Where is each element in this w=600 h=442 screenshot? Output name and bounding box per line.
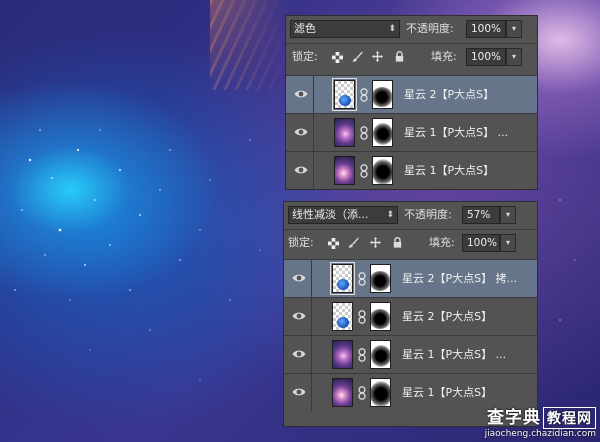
watermark-title-part1: 查字典 [487, 408, 541, 428]
dropdown-caret-icon: ⬍ [386, 210, 394, 220]
layer-mask-thumbnail[interactable] [372, 156, 393, 185]
watermark-title-part2: 教程网 [543, 407, 596, 429]
layer-mask-thumbnail[interactable] [370, 378, 391, 407]
lock-transparent-icon[interactable] [328, 238, 339, 249]
blend-mode-dropdown[interactable]: 滤色 ⬍ [290, 20, 400, 38]
lock-label: 锁定: [288, 236, 314, 249]
chain-icon[interactable] [358, 272, 366, 286]
visibility-toggle[interactable] [286, 76, 314, 113]
eye-icon [292, 388, 306, 396]
eye-icon [292, 312, 306, 320]
layer-thumbnail[interactable] [332, 378, 353, 407]
eye-icon [292, 274, 306, 282]
brush-icon[interactable] [352, 51, 363, 62]
fill-input[interactable]: 100% [462, 234, 500, 252]
fill-label: 填充: [429, 236, 455, 249]
blend-mode-value: 滤色 [294, 22, 316, 35]
fill-input[interactable]: 100% [466, 48, 506, 66]
layer-mask-thumbnail[interactable] [370, 340, 391, 369]
visibility-toggle[interactable] [286, 152, 314, 189]
lock-options-bar: 锁定: 填充: 100% ▾ [286, 44, 537, 70]
blend-mode-dropdown[interactable]: 线性减淡（添... ⬍ [288, 206, 398, 224]
layer-name[interactable]: 星云 2【P大点S】 拷... [402, 270, 517, 286]
chain-icon[interactable] [358, 348, 366, 362]
opacity-input[interactable]: 57% [462, 206, 500, 224]
fill-label: 填充: [431, 50, 457, 63]
blend-mode-value: 线性减淡（添... [292, 208, 369, 221]
fill-dropdown-button[interactable]: ▾ [506, 48, 522, 66]
visibility-toggle[interactable] [284, 336, 312, 373]
opacity-label: 不透明度: [404, 208, 452, 221]
layer-name[interactable]: 星云 1【P大点S】 [402, 384, 492, 400]
layer-mask-thumbnail[interactable] [372, 118, 393, 147]
layer-mask-thumbnail[interactable] [370, 302, 391, 331]
eye-icon [294, 166, 308, 174]
fill-dropdown-button[interactable]: ▾ [500, 234, 516, 252]
blend-options-bar: 滤色 ⬍ 不透明度: 100% ▾ [286, 16, 537, 42]
opacity-label: 不透明度: [406, 22, 454, 35]
layer-row[interactable]: 星云 1【P大点S】 ... [284, 335, 537, 373]
move-icon[interactable] [372, 51, 383, 62]
lock-options-bar: 锁定: 填充: 100% ▾ [284, 230, 537, 256]
layer-name[interactable]: 星云 1【P大点S】 ... [404, 124, 508, 140]
layer-thumbnail[interactable] [334, 80, 355, 109]
visibility-toggle[interactable] [284, 374, 312, 411]
layer-row[interactable]: 星云 1【P大点S】 ... [286, 113, 537, 151]
lock-label: 锁定: [292, 50, 318, 63]
layer-mask-thumbnail[interactable] [372, 80, 393, 109]
layers-panel-bottom: 线性减淡（添... ⬍ 不透明度: 57% ▾ 锁定: 填充: 100% ▾ 星… [283, 201, 538, 427]
layer-thumbnail[interactable] [332, 264, 353, 293]
eye-icon [292, 350, 306, 358]
chain-icon[interactable] [358, 386, 366, 400]
lock-icon[interactable] [394, 51, 405, 62]
watermark-url: jiaocheng.chazidian.com [484, 429, 596, 439]
watermark-title: 查字典 教程网 [485, 403, 596, 429]
lock-transparent-icon[interactable] [332, 52, 343, 63]
eye-icon [294, 128, 308, 136]
chain-icon[interactable] [360, 164, 368, 178]
layer-name[interactable]: 星云 2【P大点S】 [404, 86, 494, 102]
layer-row[interactable]: 星云 2【P大点S】 [284, 297, 537, 335]
chain-icon[interactable] [360, 126, 368, 140]
layer-row[interactable]: 星云 2【P大点S】 拷... [284, 259, 537, 297]
visibility-toggle[interactable] [284, 298, 312, 335]
dropdown-caret-icon: ⬍ [388, 24, 396, 34]
watermark: 查字典 教程网 jiaocheng.chazidian.com [485, 403, 596, 439]
layer-name[interactable]: 星云 2【P大点S】 [402, 308, 492, 324]
opacity-dropdown-button[interactable]: ▾ [506, 20, 522, 38]
move-icon[interactable] [370, 237, 381, 248]
layer-thumbnail[interactable] [332, 302, 353, 331]
brush-icon[interactable] [348, 237, 359, 248]
layer-thumbnail[interactable] [334, 156, 355, 185]
layer-name[interactable]: 星云 1【P大点S】 ... [402, 346, 506, 362]
visibility-toggle[interactable] [284, 260, 312, 297]
lock-icon[interactable] [392, 237, 403, 248]
layer-row[interactable]: 星云 1【P大点S】 [286, 151, 537, 189]
layers-panel-top: 滤色 ⬍ 不透明度: 100% ▾ 锁定: 填充: 100% ▾ 星云 2【P大… [285, 15, 538, 190]
eye-icon [294, 90, 308, 98]
layer-thumbnail[interactable] [332, 340, 353, 369]
blend-options-bar: 线性减淡（添... ⬍ 不透明度: 57% ▾ [284, 202, 537, 228]
visibility-toggle[interactable] [286, 114, 314, 151]
layer-mask-thumbnail[interactable] [370, 264, 391, 293]
layer-row[interactable]: 星云 2【P大点S】 [286, 75, 537, 113]
layer-thumbnail[interactable] [334, 118, 355, 147]
background-building [210, 0, 290, 90]
opacity-dropdown-button[interactable]: ▾ [500, 206, 516, 224]
opacity-input[interactable]: 100% [466, 20, 506, 38]
chain-icon[interactable] [360, 88, 368, 102]
layer-name[interactable]: 星云 1【P大点S】 [404, 162, 494, 178]
chain-icon[interactable] [358, 310, 366, 324]
